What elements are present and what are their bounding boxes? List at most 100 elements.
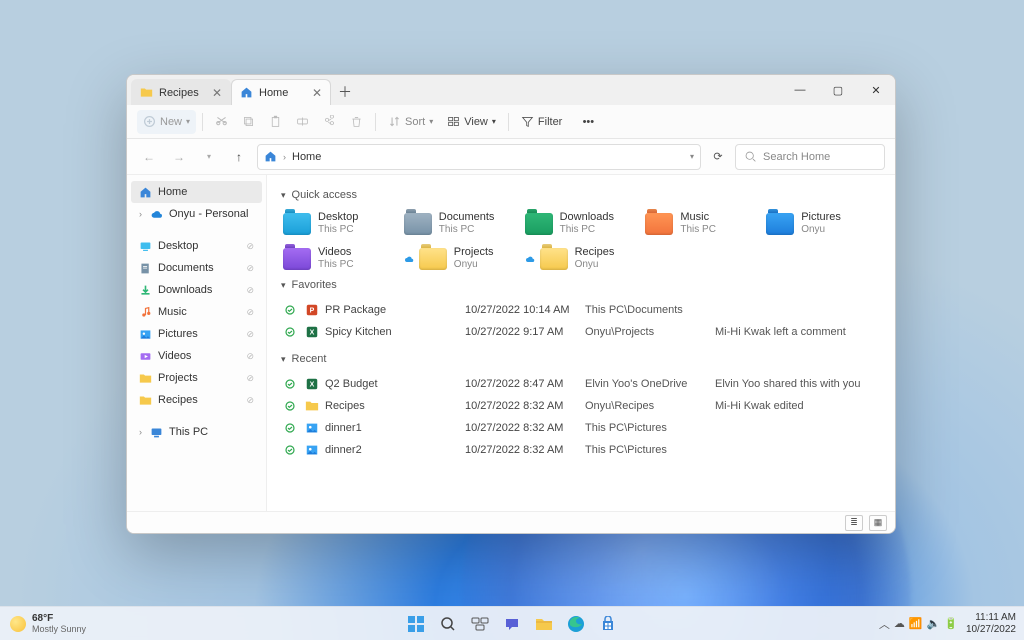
chat-button[interactable] [498, 610, 526, 638]
minimize-button[interactable]: — [781, 75, 819, 105]
chevron-right-icon: › [139, 209, 142, 219]
maximize-button[interactable]: ▢ [819, 75, 857, 105]
taskbar: 68°F Mostly Sunny ︿ ☁ 📶 🔈 [0, 606, 1024, 640]
chevron-down-icon: ▾ [281, 280, 286, 291]
file-row[interactable]: Recipes10/27/2022 8:32 AMOnyu\RecipesMi-… [281, 395, 881, 417]
svg-text:P: P [310, 308, 315, 315]
new-tab-button[interactable]: ＋ [331, 79, 359, 105]
up-button[interactable]: ↑ [227, 145, 251, 169]
sort-button[interactable]: Sort ▾ [382, 110, 439, 134]
pc-icon [150, 426, 163, 439]
clock[interactable]: 11:11 AM 10/27/2022 [966, 612, 1016, 636]
volume-icon[interactable]: 🔈 [927, 617, 941, 630]
task-view-button[interactable] [466, 610, 494, 638]
section-quick-access[interactable]: ▾ Quick access [281, 189, 881, 201]
sidebar-item-onedrive[interactable]: › Onyu - Personal [131, 203, 262, 225]
section-recent[interactable]: ▾ Recent [281, 353, 881, 365]
sidebar-item-pictures[interactable]: Pictures⊘ [131, 323, 262, 345]
tab-label: Home [259, 87, 288, 99]
more-button[interactable]: ••• [576, 110, 600, 134]
battery-icon[interactable]: 🔋 [944, 617, 958, 630]
sidebar-item-documents[interactable]: Documents⊘ [131, 257, 262, 279]
address-bar[interactable]: › Home ▾ [257, 144, 701, 170]
sidebar-item-this-pc[interactable]: › This PC [131, 421, 262, 443]
store-button[interactable] [594, 610, 622, 638]
taskbar-weather-widget[interactable]: 68°F Mostly Sunny [0, 613, 86, 634]
view-icon [447, 115, 460, 128]
chevron-down-icon[interactable]: ▾ [690, 152, 694, 161]
view-button[interactable]: View ▾ [441, 110, 502, 134]
edge-icon [567, 615, 585, 633]
delete-button[interactable] [344, 110, 369, 134]
quick-access-music[interactable]: MusicThis PC [643, 209, 760, 238]
quick-access-projects[interactable]: ProjectsOnyu [402, 244, 519, 273]
chevron-up-icon[interactable]: ︿ [879, 616, 890, 632]
system-tray[interactable]: ︿ ☁ 📶 🔈 🔋 11:11 AM 10/27/2022 [879, 612, 1016, 636]
forward-button[interactable]: → [167, 145, 191, 169]
ppt-icon: P [305, 303, 319, 317]
recent-locations-button[interactable]: ▾ [197, 145, 221, 169]
file-row[interactable]: XQ2 Budget10/27/2022 8:47 AMElvin Yoo's … [281, 373, 881, 395]
weather-icon [10, 616, 26, 632]
folder-icon [766, 213, 794, 235]
folder-icon [139, 372, 152, 385]
filter-button[interactable]: Filter [515, 110, 568, 134]
chat-icon [504, 616, 520, 632]
quick-access-pictures[interactable]: PicturesOnyu [764, 209, 881, 238]
tab-close-icon[interactable]: ✕ [312, 86, 322, 100]
search-button[interactable] [434, 610, 462, 638]
home-icon [139, 186, 152, 199]
copy-button[interactable] [236, 110, 261, 134]
sidebar-item-desktop[interactable]: Desktop⊘ [131, 235, 262, 257]
xls-icon: X [305, 325, 319, 339]
sidebar-item-home[interactable]: Home [131, 181, 262, 203]
wifi-icon[interactable]: 📶 [909, 617, 923, 630]
breadcrumb-segment[interactable]: Home [292, 151, 321, 163]
pin-icon: ⊘ [246, 307, 254, 318]
refresh-button[interactable]: ⟳ [707, 146, 729, 168]
tray-icons[interactable]: ︿ ☁ 📶 🔈 🔋 [879, 616, 958, 632]
tab-recipes[interactable]: Recipes ✕ [131, 79, 231, 105]
tab-label: Recipes [159, 87, 199, 99]
tab-home[interactable]: Home ✕ [231, 79, 331, 105]
folder-icon [140, 86, 153, 99]
paste-button[interactable] [263, 110, 288, 134]
file-row[interactable]: XSpicy Kitchen10/27/2022 9:17 AMOnyu\Pro… [281, 321, 881, 343]
quick-access-documents[interactable]: DocumentsThis PC [402, 209, 519, 238]
file-row[interactable]: dinner210/27/2022 8:32 AMThis PC\Picture… [281, 439, 881, 461]
sidebar-item-music[interactable]: Music⊘ [131, 301, 262, 323]
sidebar-item-videos[interactable]: Videos⊘ [131, 345, 262, 367]
file-explorer-taskbar-button[interactable] [530, 610, 558, 638]
quick-access-recipes[interactable]: RecipesOnyu [523, 244, 640, 273]
sync-status-icon [285, 327, 295, 337]
new-button[interactable]: New ▾ [137, 110, 196, 134]
sidebar-item-projects[interactable]: Projects⊘ [131, 367, 262, 389]
windows-logo-icon [407, 615, 425, 633]
cloud-sync-icon[interactable]: ☁ [894, 617, 905, 630]
quick-access-desktop[interactable]: DesktopThis PC [281, 209, 398, 238]
sidebar-item-downloads[interactable]: Downloads⊘ [131, 279, 262, 301]
pin-icon: ⊘ [246, 373, 254, 384]
section-favorites[interactable]: ▾ Favorites [281, 279, 881, 291]
back-button[interactable]: ← [137, 145, 161, 169]
file-row[interactable]: PPR Package10/27/2022 10:14 AMThis PC\Do… [281, 299, 881, 321]
rename-button[interactable] [290, 110, 315, 134]
close-button[interactable]: ✕ [857, 75, 895, 105]
details-view-toggle[interactable]: ≣ [845, 515, 863, 531]
start-button[interactable] [402, 610, 430, 638]
tab-close-icon[interactable]: ✕ [212, 86, 222, 100]
pin-icon: ⊘ [246, 263, 254, 274]
chevron-down-icon: ▾ [429, 117, 433, 126]
sidebar-item-recipes[interactable]: Recipes⊘ [131, 389, 262, 411]
down-icon [139, 284, 152, 297]
folder-icon [540, 248, 568, 270]
cut-button[interactable] [209, 110, 234, 134]
music-icon [139, 306, 152, 319]
thumbnails-view-toggle[interactable]: ▦ [869, 515, 887, 531]
search-input[interactable]: Search Home [735, 144, 885, 170]
edge-button[interactable] [562, 610, 590, 638]
quick-access-videos[interactable]: VideosThis PC [281, 244, 398, 273]
file-row[interactable]: dinner110/27/2022 8:32 AMThis PC\Picture… [281, 417, 881, 439]
share-button[interactable] [317, 110, 342, 134]
quick-access-downloads[interactable]: DownloadsThis PC [523, 209, 640, 238]
